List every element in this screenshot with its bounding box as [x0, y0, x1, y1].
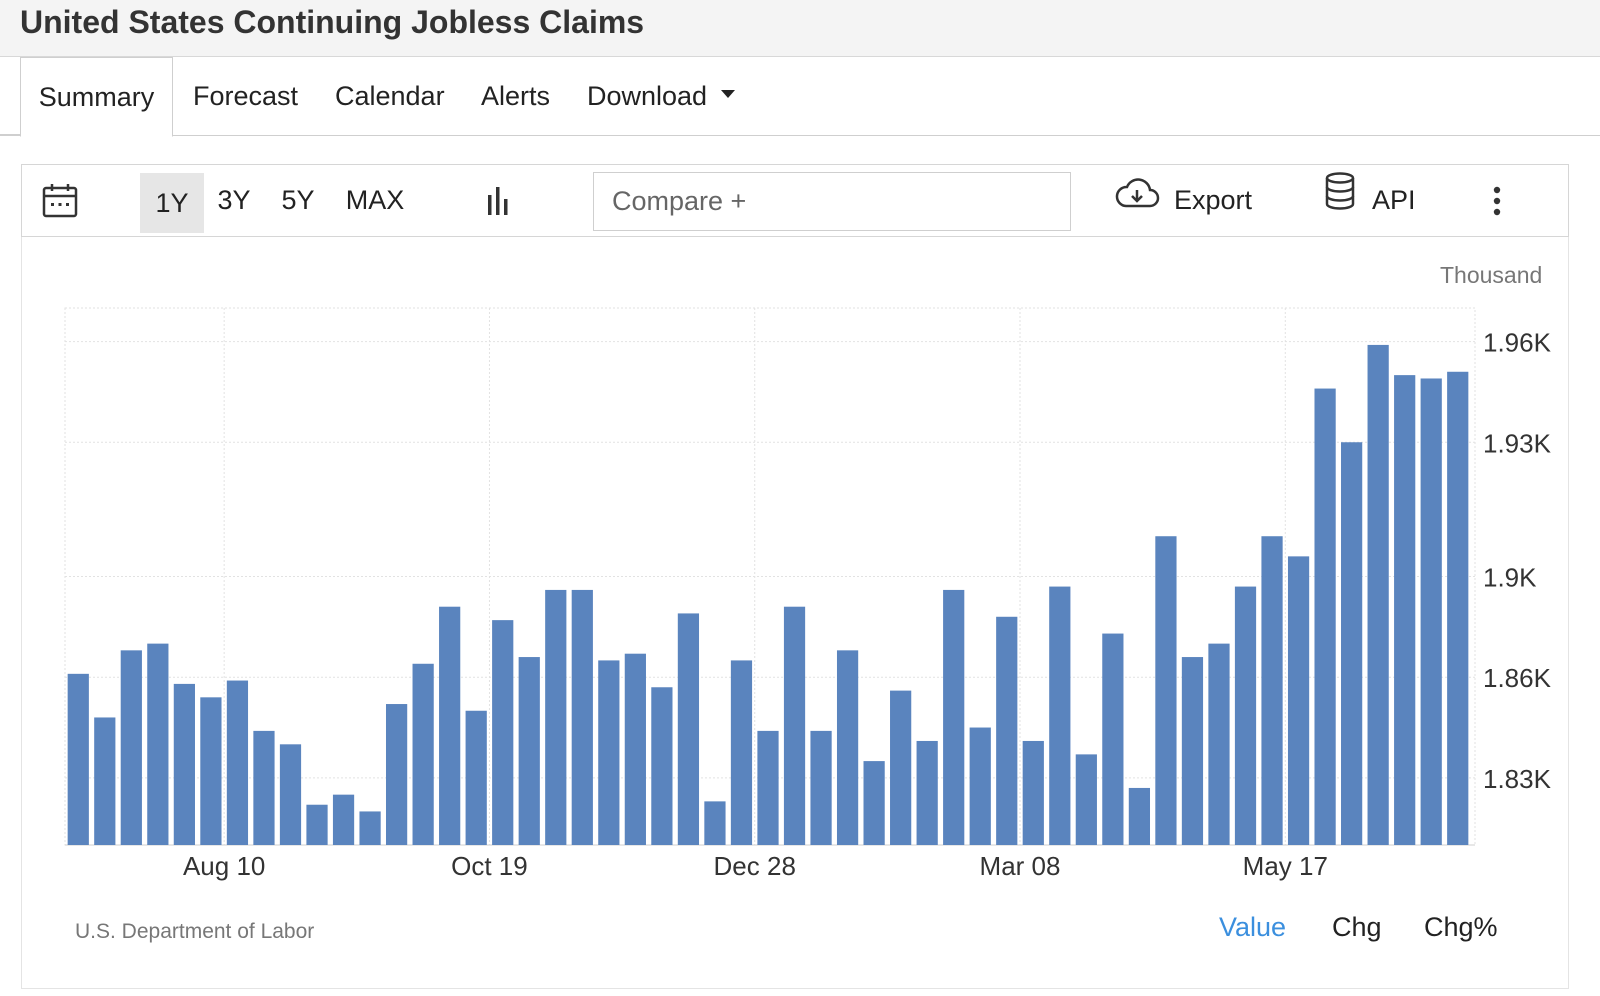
range-5y-button[interactable]: 5Y — [274, 165, 322, 236]
mode-chg-button[interactable]: Chg — [1332, 912, 1382, 943]
range-3y-button[interactable]: 3Y — [210, 165, 258, 236]
source-label: U.S. Department of Labor — [75, 920, 315, 943]
chart-panel — [21, 237, 1569, 989]
tab-calendar[interactable]: Calendar — [335, 57, 445, 135]
compare-input[interactable] — [593, 172, 1071, 231]
cloud-download-icon — [1114, 166, 1160, 237]
range-max-button[interactable]: MAX — [340, 165, 410, 236]
calendar-icon[interactable] — [42, 183, 78, 219]
api-label: API — [1372, 185, 1416, 215]
vertical-ellipsis-icon[interactable] — [1492, 185, 1502, 217]
tab-bar: Summary Forecast Calendar Alerts Downloa… — [0, 57, 1600, 137]
api-button[interactable]: API — [1324, 165, 1416, 236]
tab-summary[interactable]: Summary — [20, 57, 173, 137]
tab-divider — [0, 134, 20, 135]
bar-chart-icon[interactable] — [486, 185, 514, 217]
database-icon — [1324, 166, 1356, 237]
caret-down-icon — [721, 89, 736, 98]
unit-label: Thousand — [1440, 262, 1543, 288]
tab-download-label: Download — [587, 81, 708, 111]
export-label: Export — [1174, 185, 1253, 215]
mode-value-button[interactable]: Value — [1219, 912, 1286, 943]
range-1y-button[interactable]: 1Y — [140, 173, 204, 233]
tab-alerts[interactable]: Alerts — [481, 57, 550, 135]
tab-download[interactable]: Download — [587, 57, 736, 135]
tab-forecast[interactable]: Forecast — [193, 57, 298, 135]
page-title: United States Continuing Jobless Claims — [20, 4, 645, 40]
title-bar: United States Continuing Jobless Claims — [0, 0, 1600, 57]
chart-toolbar: 1Y 3Y 5Y MAX Export API — [21, 164, 1569, 237]
export-button[interactable]: Export — [1114, 165, 1252, 236]
mode-chgpct-button[interactable]: Chg% — [1424, 912, 1498, 943]
